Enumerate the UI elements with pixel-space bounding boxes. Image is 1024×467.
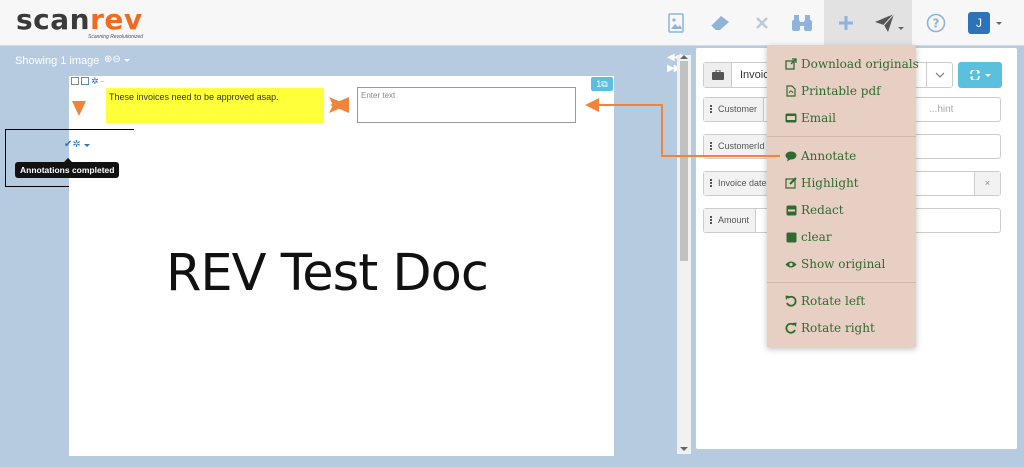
send-button[interactable] — [866, 0, 912, 46]
plus-icon — [839, 16, 853, 30]
chevron-down-icon[interactable] — [926, 63, 952, 87]
add-button[interactable] — [824, 0, 868, 46]
menu-item-rotate-right[interactable]: Rotate right — [785, 321, 875, 335]
check-gear-menu[interactable]: ✔✲ — [64, 139, 90, 150]
binoculars-icon — [792, 15, 812, 31]
menu-item-email[interactable]: Email — [785, 111, 836, 125]
refresh-button[interactable] — [958, 62, 1002, 88]
image-icon — [668, 13, 684, 33]
page-count-badge[interactable]: 1⧉ — [591, 77, 613, 91]
page-select-icons: ✲ – — [71, 76, 104, 86]
document-title: REV Test Doc — [166, 244, 489, 303]
menu-item-label: Email — [801, 111, 836, 125]
image-button[interactable] — [654, 0, 698, 46]
logo-accent: rev — [90, 3, 143, 36]
menu-item-label: Annotate — [801, 149, 857, 163]
caret-icon — [83, 144, 90, 147]
zoom-control[interactable]: ⊕⊖ — [104, 54, 130, 65]
menu-divider — [767, 282, 916, 283]
highlight-annotation[interactable]: These invoices need to be approved asap. — [106, 88, 324, 123]
help-icon: ? — [926, 13, 946, 33]
external-link-icon — [785, 58, 797, 70]
top-navbar: scanrev Scanning Revolutionized ? J — [0, 0, 1024, 46]
annotation-input[interactable] — [357, 87, 576, 123]
menu-item-clear[interactable]: clear — [785, 230, 832, 244]
svg-text:?: ? — [933, 17, 940, 31]
menu-item-label: clear — [801, 230, 832, 244]
search-button[interactable] — [780, 0, 824, 46]
eraser-button[interactable] — [698, 0, 742, 46]
logo-primary: scan — [16, 3, 91, 36]
menu-divider — [767, 136, 916, 137]
email-icon — [785, 112, 797, 124]
field-label: CustomerId — [704, 135, 772, 158]
clear-date-button[interactable]: × — [974, 172, 1000, 195]
briefcase-icon — [704, 63, 732, 87]
zoom-caret-icon — [123, 59, 130, 62]
viewer-scrollbar[interactable] — [677, 55, 691, 454]
eraser-icon — [710, 16, 729, 31]
user-avatar[interactable]: J — [968, 12, 990, 34]
zoom-icon: ⊕⊖ — [104, 54, 121, 65]
menu-item-label: Rotate right — [801, 321, 875, 335]
eye-icon — [785, 258, 797, 270]
menu-item-label: Highlight — [801, 176, 859, 190]
scroll-up-icon[interactable] — [680, 55, 688, 59]
square-icon — [785, 231, 797, 243]
menu-item-label: Show original — [801, 257, 886, 271]
scroll-down-icon[interactable] — [680, 447, 688, 451]
select-checkbox[interactable] — [71, 77, 79, 85]
edit-icon — [785, 177, 797, 189]
field-label: Amount — [704, 209, 757, 232]
dash-separator: – — [100, 77, 105, 85]
logo-tagline: Scanning Revolutionized — [88, 34, 144, 40]
menu-item-label: Download originals — [801, 57, 919, 71]
menu-item-label: Printable pdf — [801, 84, 881, 98]
pdf-icon — [785, 85, 797, 97]
page-view-icon[interactable] — [81, 77, 89, 85]
annotation-status-callout: ✔✲ Annotations completed — [5, 129, 135, 187]
help-button[interactable]: ? — [914, 0, 958, 46]
send-dropdown-menu: Download originals Printable pdf Email A… — [767, 45, 919, 347]
menu-item-show-original[interactable]: Show original — [785, 257, 885, 271]
menu-item-redact[interactable]: Redact — [785, 203, 844, 217]
minus-square-icon — [785, 204, 797, 216]
send-icon — [875, 13, 895, 32]
close-button[interactable] — [740, 0, 784, 46]
page-count: 1 — [596, 79, 602, 89]
menu-item-highlight[interactable]: Highlight — [785, 176, 859, 190]
gear-icon[interactable]: ✲ — [91, 77, 99, 86]
menu-item-label: Rotate left — [801, 294, 866, 308]
showing-count: Showing 1 image — [15, 55, 100, 67]
menu-item-download-originals[interactable]: Download originals — [785, 57, 919, 71]
annotations-tooltip: Annotations completed — [15, 162, 120, 178]
viewer-toolbar: Showing 1 image ⊕⊖ ◀◀ ▶▶ — [0, 47, 693, 74]
menu-item-label: Redact — [801, 203, 844, 217]
highlight-text: These invoices need to be approved asap. — [109, 92, 279, 102]
menu-item-rotate-left[interactable]: Rotate left — [785, 294, 865, 308]
gear-icon: ✲ — [72, 139, 81, 150]
scroll-thumb[interactable] — [680, 61, 688, 261]
menu-item-printable-pdf[interactable]: Printable pdf — [785, 84, 881, 98]
rotate-left-icon — [785, 295, 797, 307]
field-label: Invoice date — [704, 172, 774, 195]
rotate-right-icon — [785, 322, 797, 334]
field-value: ...hint — [929, 104, 954, 115]
refresh-icon — [970, 70, 980, 80]
field-label: Customer — [704, 98, 765, 121]
comment-icon — [785, 150, 797, 162]
refresh-caret-icon — [985, 73, 991, 77]
logo[interactable]: scanrev Scanning Revolutionized — [16, 3, 156, 41]
menu-item-annotate[interactable]: Annotate — [785, 149, 856, 163]
close-icon — [756, 17, 768, 29]
user-caret-icon[interactable] — [996, 22, 1002, 25]
send-caret-icon — [898, 26, 904, 30]
